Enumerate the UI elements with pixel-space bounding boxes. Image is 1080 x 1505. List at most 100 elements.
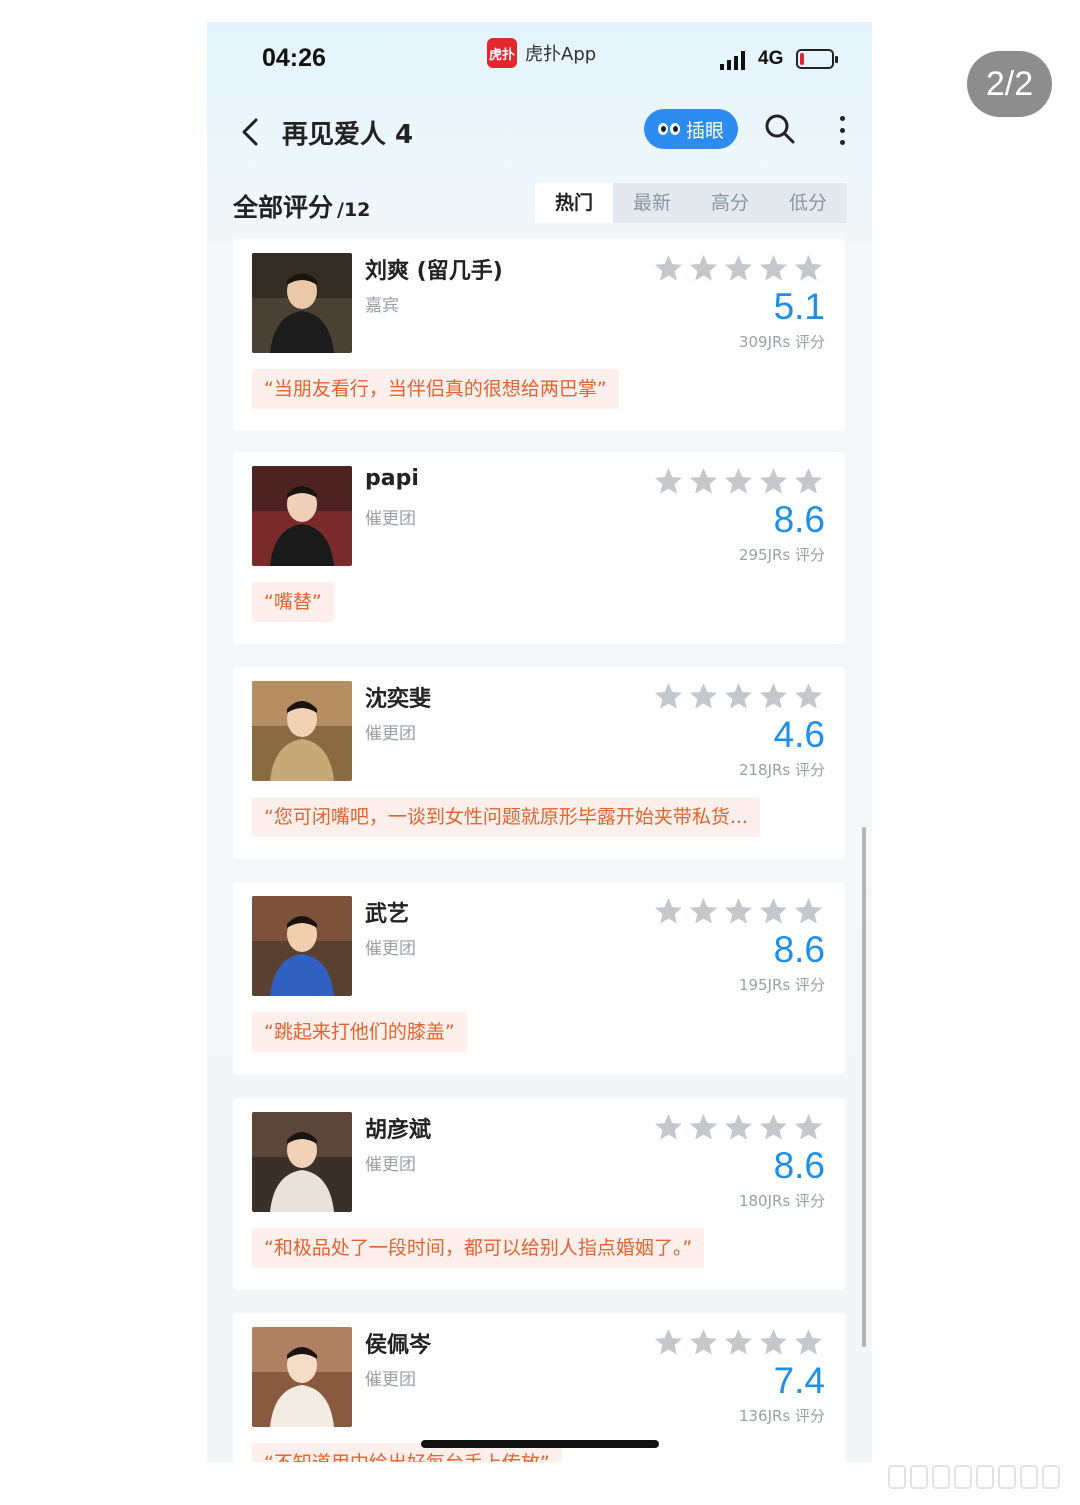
home-indicator[interactable] <box>421 1440 659 1448</box>
tab-latest[interactable]: 最新 <box>613 183 691 223</box>
star-icon[interactable] <box>688 253 719 284</box>
vote-count: 180JRs 评分 <box>738 1192 825 1210</box>
avatar <box>252 681 352 781</box>
star-icon[interactable] <box>758 1327 789 1358</box>
more-options-icon[interactable] <box>835 112 849 148</box>
star-icon[interactable] <box>758 466 789 497</box>
phone-screen: 04:26 虎扑 虎扑App 4G 再见爱人 4 插眼 全部评分/12 热门 最… <box>207 22 872 1462</box>
search-icon[interactable] <box>763 112 797 146</box>
signal-icon <box>720 50 748 70</box>
bookmark-eye-button[interactable]: 插眼 <box>644 109 738 149</box>
average-score: 8.6 <box>773 499 825 540</box>
tab-hot[interactable]: 热门 <box>535 183 613 223</box>
average-score: 5.1 <box>773 286 825 327</box>
eye-button-label: 插眼 <box>685 119 724 142</box>
star-icon[interactable] <box>688 466 719 497</box>
star-rating[interactable] <box>653 896 828 928</box>
average-score: 8.6 <box>773 1145 825 1186</box>
top-comment[interactable]: “嘴替” <box>252 582 334 622</box>
tab-high-score[interactable]: 高分 <box>691 183 769 223</box>
rating-card[interactable]: 沈奕斐催更团 4.6 218JRs 评分 “您可闭嘴吧，一谈到女性问题就原形毕露开始夹… <box>233 667 845 859</box>
status-time: 04:26 <box>262 44 326 72</box>
star-rating[interactable] <box>653 681 828 713</box>
rating-card[interactable]: 刘爽 (留几手) 嘉宾 5.1 309JRs 评分 “当朋友看行，当伴侣真的很想给两巴掌… <box>233 239 845 431</box>
star-icon[interactable] <box>723 681 754 712</box>
app-indicator: 虎扑 虎扑App <box>487 38 596 68</box>
avatar <box>252 253 352 353</box>
back-arrow-icon[interactable] <box>235 114 265 150</box>
star-icon[interactable] <box>653 681 684 712</box>
star-icon[interactable] <box>653 1112 684 1143</box>
vote-count: 218JRs 评分 <box>738 761 825 779</box>
rating-card[interactable]: 武艺 催更团 8.6 195JRs 评分 “跳起来打他们的膝盖” <box>233 882 845 1074</box>
app-name: 虎扑App <box>525 44 597 65</box>
status-bar: 04:26 虎扑 虎扑App 4G <box>207 22 872 102</box>
top-comment[interactable]: “和极品处了一段时间，都可以给别人指点婚姻了。” <box>252 1228 705 1268</box>
star-icon[interactable] <box>758 253 789 284</box>
star-icon[interactable] <box>793 681 824 712</box>
battery-icon <box>796 49 838 69</box>
star-icon[interactable] <box>723 1112 754 1143</box>
person-role: 催更团 <box>365 509 416 529</box>
star-icon[interactable] <box>793 896 824 927</box>
person-name: 刘爽 (留几手) <box>365 259 503 284</box>
star-icon[interactable] <box>653 896 684 927</box>
star-icon[interactable] <box>653 466 684 497</box>
star-icon[interactable] <box>758 1112 789 1143</box>
star-icon[interactable] <box>723 896 754 927</box>
nav-bar: 再见爱人 4 插眼 <box>207 102 872 162</box>
star-icon[interactable] <box>793 1112 824 1143</box>
person-role: 嘉宾 <box>365 296 399 316</box>
star-icon[interactable] <box>688 896 719 927</box>
vote-count: 309JRs 评分 <box>738 333 825 351</box>
avatar <box>252 896 352 996</box>
star-icon[interactable] <box>793 466 824 497</box>
avatar <box>252 1327 352 1427</box>
person-name: papi <box>365 466 419 491</box>
person-role: 催更团 <box>365 1370 416 1390</box>
avatar <box>252 466 352 566</box>
star-icon[interactable] <box>688 1112 719 1143</box>
star-icon[interactable] <box>688 1327 719 1358</box>
star-rating[interactable] <box>653 466 828 498</box>
top-comment[interactable]: “跳起来打他们的膝盖” <box>252 1012 467 1052</box>
eyes-icon <box>657 123 680 135</box>
person-name: 胡彦斌 <box>365 1118 432 1143</box>
star-icon[interactable] <box>723 253 754 284</box>
star-rating[interactable] <box>653 1327 828 1359</box>
scrollbar[interactable] <box>862 827 866 1347</box>
page-title: 再见爱人 4 <box>282 120 414 150</box>
person-role: 催更团 <box>365 724 416 744</box>
top-comment[interactable]: “您可闭嘴吧，一谈到女性问题就原形毕露开始夹带私货... <box>252 797 760 837</box>
star-icon[interactable] <box>653 1327 684 1358</box>
person-role: 催更团 <box>365 1155 416 1175</box>
ratings-title: 全部评分/12 <box>233 193 371 222</box>
avatar <box>252 1112 352 1212</box>
star-icon[interactable] <box>688 681 719 712</box>
star-icon[interactable] <box>793 253 824 284</box>
vote-count: 195JRs 评分 <box>738 976 825 994</box>
star-icon[interactable] <box>793 1327 824 1358</box>
star-icon[interactable] <box>758 896 789 927</box>
hupu-logo-icon: 虎扑 <box>487 38 517 68</box>
person-name: 侯佩岑 <box>365 1333 432 1358</box>
star-icon[interactable] <box>758 681 789 712</box>
rating-card[interactable]: papi 催更团 8.6 295JRs 评分 “嘴替” <box>233 452 845 644</box>
vote-count: 136JRs 评分 <box>738 1407 825 1425</box>
average-score: 4.6 <box>773 714 825 755</box>
star-icon[interactable] <box>723 466 754 497</box>
star-icon[interactable] <box>653 253 684 284</box>
page-counter-badge: 2/2 <box>967 51 1052 117</box>
ratings-header: 全部评分/12 热门 最新 高分 低分 <box>207 180 872 224</box>
top-comment[interactable]: “当朋友看行，当伴侣真的很想给两巴掌” <box>252 369 619 409</box>
person-name: 沈奕斐 <box>365 687 432 712</box>
watermark <box>888 1462 1068 1492</box>
average-score: 7.4 <box>773 1360 825 1401</box>
star-icon[interactable] <box>723 1327 754 1358</box>
star-rating[interactable] <box>653 253 828 285</box>
network-type: 4G <box>758 48 784 69</box>
person-name: 武艺 <box>365 902 410 927</box>
rating-card[interactable]: 胡彦斌催更团 8.6 180JRs 评分 “和极品处了一段时间，都可以给别人指点婚姻了… <box>233 1098 845 1290</box>
star-rating[interactable] <box>653 1112 828 1144</box>
tab-low-score[interactable]: 低分 <box>769 183 847 223</box>
